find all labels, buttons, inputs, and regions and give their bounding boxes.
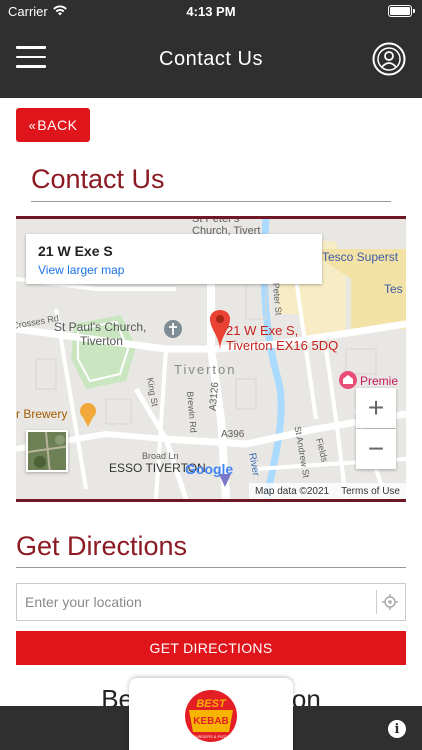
map-label-tiverton: Tiverton bbox=[174, 362, 237, 377]
get-directions-button[interactable]: GET DIRECTIONS bbox=[16, 631, 406, 665]
map-zoom-in-button[interactable]: + bbox=[356, 388, 396, 428]
svg-text:KEBAB: KEBAB bbox=[193, 716, 229, 727]
map-zoom-out-button[interactable]: − bbox=[356, 429, 396, 469]
map-label-premier: Premie bbox=[360, 374, 399, 388]
map-label-tesco: Tesco Superst bbox=[322, 250, 399, 264]
map-footer: Map data ©2021 Terms of Use bbox=[249, 483, 406, 499]
view-larger-map-link[interactable]: View larger map bbox=[38, 263, 124, 277]
page-title: Contact Us bbox=[31, 164, 165, 194]
double-chevron-left-icon: « bbox=[28, 117, 37, 133]
map-label-st-pauls-2: Tiverton bbox=[80, 334, 123, 348]
map-data-credit: Map data ©2021 bbox=[255, 485, 330, 497]
info-icon[interactable]: i bbox=[388, 720, 406, 738]
google-logo: Google bbox=[185, 461, 234, 477]
back-button[interactable]: « BACK bbox=[16, 108, 90, 142]
map-embed[interactable]: 21 W Exe S View larger map St Peter's Ch… bbox=[16, 216, 406, 502]
map-label-st-pauls: St Paul's Church, bbox=[54, 320, 147, 334]
title-divider bbox=[31, 201, 391, 202]
map-label-a396: A396 bbox=[221, 429, 245, 440]
user-profile-icon[interactable] bbox=[372, 42, 406, 76]
svg-text:BURGERS & PIZZA: BURGERS & PIZZA bbox=[193, 734, 229, 739]
map-terms-link[interactable]: Terms of Use bbox=[341, 486, 400, 497]
map-label-church-tiverton: Church, Tivert bbox=[192, 225, 261, 237]
map-label-brewery: r Brewery bbox=[16, 407, 68, 421]
status-bar: Carrier 4:13 PM bbox=[0, 0, 422, 22]
directions-divider bbox=[16, 567, 406, 568]
restaurant-logo[interactable]: BEST KEBAB BURGERS & PIZZA bbox=[129, 678, 293, 750]
battery-icon bbox=[388, 5, 415, 17]
map-card-address: 21 W Exe S bbox=[38, 243, 113, 259]
location-input-container bbox=[16, 583, 406, 621]
map-pin-label-line2: Tiverton EX16 5DQ bbox=[226, 338, 339, 353]
svg-text:BEST: BEST bbox=[196, 698, 227, 710]
locate-me-icon[interactable] bbox=[381, 593, 399, 611]
contact-us-screen: Carrier 4:13 PM Contact Us « BACK Contac… bbox=[0, 0, 422, 750]
navigation-bar: Contact Us bbox=[0, 22, 422, 98]
map-satellite-toggle[interactable] bbox=[26, 430, 68, 472]
nav-title: Contact Us bbox=[159, 48, 263, 70]
map-label-tes: Tes bbox=[384, 282, 403, 296]
location-input[interactable] bbox=[17, 584, 377, 620]
best-kebab-logo-icon: BEST KEBAB BURGERS & PIZZA bbox=[185, 690, 237, 742]
map-label-broad-ln: Broad Ln bbox=[142, 451, 179, 461]
directions-heading: Get Directions bbox=[16, 531, 188, 561]
map-pin-label-line1: 21 W Exe S, bbox=[226, 323, 299, 338]
map-label-st-peters: St Peter's bbox=[192, 216, 240, 225]
back-button-label: BACK bbox=[37, 117, 78, 133]
input-divider bbox=[376, 590, 377, 614]
clock: 4:13 PM bbox=[186, 4, 236, 19]
map-info-card: 21 W Exe S View larger map bbox=[26, 234, 322, 284]
